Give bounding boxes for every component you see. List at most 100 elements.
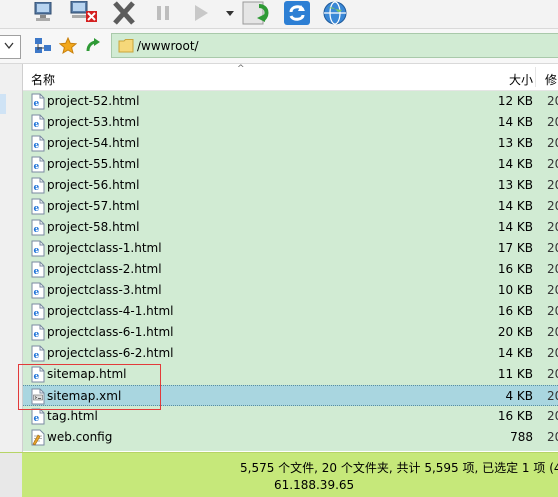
bookmark-star-icon[interactable]	[59, 37, 77, 55]
status-bar: 5,575 个文件, 20 个文件夹, 共计 5,595 项, 已选定 1 项 …	[0, 452, 558, 497]
html-file-icon: e	[31, 366, 45, 383]
file-modified: 20	[547, 430, 558, 444]
play-icon[interactable]	[188, 0, 214, 26]
file-row[interactable]: e projectclass-6-1.html 20 KB 20	[23, 322, 558, 343]
refresh-icon[interactable]	[282, 0, 312, 26]
file-row[interactable]: sitemap.xml 4 KB 20	[23, 385, 558, 406]
column-header-row: 名称 ^ 大小 修	[23, 64, 558, 91]
html-file-icon: e	[31, 135, 45, 152]
parent-folder-up-icon[interactable]	[84, 37, 102, 55]
file-row[interactable]: e project-57.html 14 KB 20	[23, 196, 558, 217]
left-pane-selection	[0, 94, 6, 114]
file-row[interactable]: e projectclass-2.html 16 KB 20	[23, 259, 558, 280]
svg-text:e: e	[34, 183, 40, 193]
file-list[interactable]: e project-52.html 12 KB 20 e project-53.html 1…	[23, 91, 558, 451]
file-size: 14 KB	[497, 199, 533, 213]
file-name: project-52.html	[47, 94, 140, 108]
file-name: sitemap.html	[47, 367, 127, 381]
svg-text:e: e	[34, 246, 40, 256]
html-file-icon: e	[31, 93, 45, 110]
file-name: project-53.html	[47, 115, 140, 129]
left-status-area	[0, 453, 22, 497]
svg-text:e: e	[34, 351, 40, 361]
file-row[interactable]: e projectclass-3.html 10 KB 20	[23, 280, 558, 301]
left-pane-combo[interactable]	[0, 35, 21, 59]
file-row[interactable]: e projectclass-4-1.html 16 KB 20	[23, 301, 558, 322]
status-summary: 5,575 个文件, 20 个文件夹, 共计 5,595 项, 已选定 1 项 …	[240, 461, 558, 475]
file-row[interactable]: e project-58.html 14 KB 20	[23, 217, 558, 238]
file-row[interactable]: e project-56.html 13 KB 20	[23, 175, 558, 196]
path-bar: /wwwroot/	[0, 29, 558, 64]
file-size: 11 KB	[497, 367, 533, 381]
svg-text:e: e	[34, 120, 40, 130]
svg-text:e: e	[34, 309, 40, 319]
svg-text:e: e	[34, 162, 40, 172]
file-name: project-58.html	[47, 220, 140, 234]
pause-icon[interactable]	[150, 0, 176, 26]
file-modified: 20	[547, 94, 558, 108]
html-file-icon: e	[31, 261, 45, 278]
file-size: 14 KB	[497, 346, 533, 360]
sort-ascending-icon: ^	[237, 64, 245, 74]
file-modified: 20	[547, 262, 558, 276]
left-pane[interactable]	[0, 64, 23, 496]
file-modified: 20	[547, 178, 558, 192]
file-modified: 20	[547, 115, 558, 129]
file-size: 13 KB	[497, 136, 533, 150]
config-file-icon	[31, 429, 45, 446]
current-path: /wwwroot/	[137, 39, 199, 53]
file-modified: 20	[547, 409, 558, 423]
play-dropdown-chevron-icon[interactable]	[224, 0, 236, 26]
file-row[interactable]: web.config 788 20	[23, 427, 558, 448]
status-host: 61.188.39.65	[274, 478, 355, 492]
folder-icon	[118, 39, 134, 53]
html-file-icon: e	[31, 114, 45, 131]
svg-text:e: e	[34, 204, 40, 214]
file-size: 17 KB	[497, 241, 533, 255]
file-modified: 20	[547, 367, 558, 381]
svg-text:e: e	[34, 267, 40, 277]
file-row[interactable]: e tag.html 16 KB 20	[23, 406, 558, 427]
file-name: projectclass-6-2.html	[47, 346, 174, 360]
file-row[interactable]: e sitemap.html 11 KB 20	[23, 364, 558, 385]
svg-text:e: e	[34, 414, 40, 424]
cancel-icon[interactable]	[108, 0, 140, 26]
html-file-icon: e	[31, 198, 45, 215]
file-size: 14 KB	[497, 157, 533, 171]
globe-icon[interactable]	[320, 0, 350, 26]
disconnect-computer-icon[interactable]	[68, 0, 100, 26]
file-size: 20 KB	[497, 325, 533, 339]
column-divider[interactable]	[535, 67, 536, 87]
file-name: sitemap.xml	[47, 389, 122, 403]
file-name: web.config	[47, 430, 113, 444]
file-modified: 20	[547, 283, 558, 297]
html-file-icon: e	[31, 345, 45, 362]
html-file-icon: e	[31, 219, 45, 236]
svg-text:e: e	[34, 372, 40, 382]
file-size: 13 KB	[497, 178, 533, 192]
html-file-icon: e	[31, 240, 45, 257]
refresh-download-icon[interactable]	[240, 0, 274, 26]
file-name: project-54.html	[47, 136, 140, 150]
svg-text:e: e	[34, 225, 40, 235]
file-row[interactable]: e projectclass-6-2.html 14 KB 20	[23, 343, 558, 364]
column-header-modified[interactable]: 修	[545, 71, 557, 88]
file-size: 12 KB	[497, 94, 533, 108]
file-row[interactable]: e projectclass-1.html 17 KB 20	[23, 238, 558, 259]
file-row[interactable]: e project-55.html 14 KB 20	[23, 154, 558, 175]
file-row[interactable]: e project-54.html 13 KB 20	[23, 133, 558, 154]
file-row[interactable]: e project-53.html 14 KB 20	[23, 112, 558, 133]
file-row[interactable]: e project-52.html 12 KB 20	[23, 91, 558, 112]
connect-computer-icon[interactable]	[30, 0, 58, 26]
column-header-size[interactable]: 大小	[509, 71, 533, 88]
html-file-icon: e	[31, 177, 45, 194]
path-input[interactable]: /wwwroot/	[111, 33, 558, 58]
network-tree-icon[interactable]	[34, 37, 52, 55]
file-modified: 20	[547, 136, 558, 150]
html-file-icon: e	[31, 303, 45, 320]
file-name: project-56.html	[47, 178, 140, 192]
file-name: projectclass-2.html	[47, 262, 162, 276]
xml-file-icon	[31, 388, 45, 405]
column-header-name[interactable]: 名称	[31, 71, 55, 88]
file-name: project-57.html	[47, 199, 140, 213]
